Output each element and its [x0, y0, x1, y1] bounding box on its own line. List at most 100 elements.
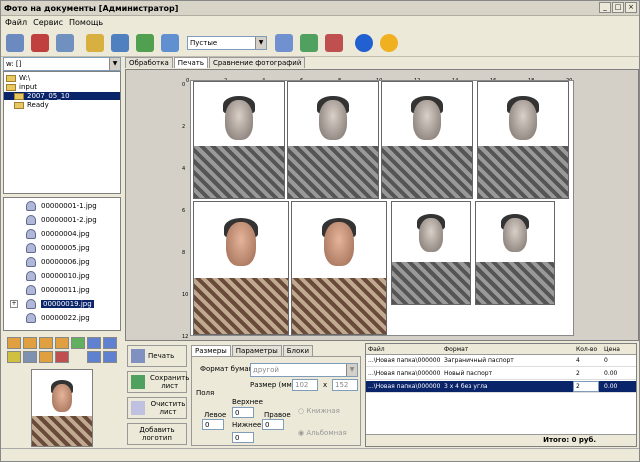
- tool-icon[interactable]: [7, 337, 21, 349]
- chevron-down-icon: ▼: [346, 364, 357, 376]
- file-list: 00000001-1.jpg 00000001-2.jpg 00000004.j…: [3, 197, 121, 331]
- edit-tools: [3, 335, 121, 365]
- folder-item-selected[interactable]: 2007_05_10: [4, 92, 120, 100]
- photo-tile[interactable]: [291, 201, 387, 335]
- paper-format-label: Формат бумаги: [200, 365, 257, 373]
- settings-panel: Формат бумаги другой ▼ Размер (мм): 102 x…: [191, 356, 361, 446]
- photo-tile[interactable]: [391, 201, 471, 305]
- ruler-tick-label: 0: [182, 82, 186, 88]
- table-header: Файл Формат Кол-во Цена: [366, 344, 636, 355]
- list-item[interactable]: 00000011.jpg: [26, 285, 90, 295]
- clear-sheet-button[interactable]: Очистить лист: [127, 397, 187, 419]
- user-icon[interactable]: [134, 32, 156, 54]
- minimize-button[interactable]: _: [599, 2, 611, 13]
- width-input[interactable]: 102: [292, 379, 318, 391]
- table-row-selected[interactable]: ...\Новая папка\00000019 3 x 4 без угла …: [366, 381, 636, 393]
- tab-compare[interactable]: Сравнение фотографий: [208, 57, 306, 68]
- tool-icon[interactable]: [87, 351, 101, 363]
- photo-tile[interactable]: [287, 81, 379, 199]
- bottom-margin-input[interactable]: 0: [232, 432, 254, 443]
- toolbar: Пустые ▼: [1, 29, 639, 57]
- folder-item[interactable]: Ready: [14, 101, 49, 109]
- list-item[interactable]: 00000005.jpg: [26, 243, 90, 253]
- ruler-tick-label: 4: [182, 166, 186, 172]
- maximize-button[interactable]: □: [612, 2, 624, 13]
- height-input[interactable]: 152: [332, 379, 358, 391]
- tool-icon[interactable]: [7, 351, 21, 363]
- menu-bar: Файл Сервис Помощь: [1, 16, 639, 29]
- quantity-stepper[interactable]: 2: [573, 381, 599, 392]
- tool-icon[interactable]: [39, 337, 53, 349]
- tool-icon[interactable]: [23, 351, 37, 363]
- photo-tile[interactable]: [193, 81, 285, 199]
- info-icon[interactable]: [353, 32, 375, 54]
- status-bar: [1, 448, 639, 461]
- photo-file-icon: [26, 285, 36, 295]
- list-item[interactable]: 00000022.jpg: [26, 313, 90, 323]
- zoom-icon[interactable]: [54, 32, 76, 54]
- list-item[interactable]: 00000001-2.jpg: [26, 215, 97, 225]
- list-item[interactable]: 00000006.jpg: [26, 257, 90, 267]
- tab-params[interactable]: Параметры: [231, 345, 282, 356]
- tab-processing[interactable]: Обработка: [125, 57, 173, 68]
- folder-item[interactable]: W:\: [6, 74, 30, 82]
- expand-icon[interactable]: +: [10, 300, 18, 308]
- photo-file-icon: [26, 271, 36, 281]
- tool-icon[interactable]: [103, 337, 117, 349]
- save-sheet-button[interactable]: Сохранить лист: [127, 371, 189, 393]
- tool-icon[interactable]: [23, 337, 37, 349]
- portrait-radio[interactable]: ○ Книжная: [298, 407, 340, 415]
- grid-back-icon[interactable]: [273, 32, 295, 54]
- preset-select[interactable]: Пустые ▼: [187, 35, 267, 50]
- landscape-radio[interactable]: ◉ Альбомная: [298, 429, 347, 437]
- printer-icon: [131, 349, 145, 363]
- menu-file[interactable]: Файл: [5, 18, 27, 27]
- key-icon[interactable]: [84, 32, 106, 54]
- paper-format-select[interactable]: другой ▼: [250, 363, 358, 377]
- clock-icon[interactable]: [159, 32, 181, 54]
- tool-icon[interactable]: [55, 351, 69, 363]
- camera-icon[interactable]: [4, 32, 26, 54]
- list-item-selected[interactable]: +00000019.jpg: [10, 299, 94, 309]
- tab-print[interactable]: Печать: [173, 57, 208, 68]
- photo-file-icon: [26, 313, 36, 323]
- drive-select[interactable]: w: [] ▼: [3, 57, 121, 71]
- settings-tabs: Размеры Параметры Блоки: [191, 345, 314, 356]
- table-row[interactable]: ...\Новая папка\00000019 Заграничный пас…: [366, 355, 636, 367]
- delete-photo-icon[interactable]: [29, 32, 51, 54]
- print-button[interactable]: Печать: [127, 345, 187, 367]
- menu-help[interactable]: Помощь: [69, 18, 103, 27]
- add-logo-button[interactable]: Добавить логотип: [127, 423, 187, 445]
- app-window: Фото на документы [Администратор] _ □ × …: [0, 0, 640, 462]
- photo-tile[interactable]: [193, 201, 289, 335]
- right-margin-input[interactable]: 0: [262, 419, 284, 430]
- close-button[interactable]: ×: [625, 2, 637, 13]
- menu-service[interactable]: Сервис: [33, 18, 63, 27]
- photo-file-icon: [26, 229, 36, 239]
- tool-icon[interactable]: [103, 351, 117, 363]
- tool-icon[interactable]: [87, 337, 101, 349]
- photo-tile[interactable]: [477, 81, 569, 199]
- tab-sizes[interactable]: Размеры: [191, 345, 231, 356]
- left-margin-input[interactable]: 0: [202, 419, 224, 430]
- photo-file-icon: [26, 243, 36, 253]
- list-item[interactable]: 00000001-1.jpg: [26, 201, 97, 211]
- vertical-ruler: 0 2 4 6 8 10 12: [182, 82, 188, 340]
- photo-file-icon: [26, 257, 36, 267]
- tool-icon[interactable]: [71, 337, 85, 349]
- settings-icon[interactable]: [109, 32, 131, 54]
- tab-blocks[interactable]: Блоки: [282, 345, 314, 356]
- photo-tile[interactable]: [475, 201, 555, 305]
- list-item[interactable]: 00000004.jpg: [26, 229, 90, 239]
- folder-item[interactable]: input: [6, 83, 37, 91]
- list-item[interactable]: 00000010.jpg: [26, 271, 90, 281]
- grid-add-icon[interactable]: [298, 32, 320, 54]
- help-icon[interactable]: [378, 32, 400, 54]
- table-row[interactable]: ...\Новая папка\00000019 Новый паспорт 2…: [366, 368, 636, 380]
- tool-icon[interactable]: [39, 351, 53, 363]
- tool-icon[interactable]: [55, 337, 69, 349]
- grid-remove-icon[interactable]: [323, 32, 345, 54]
- top-margin-input[interactable]: 0: [232, 407, 254, 418]
- photo-tile[interactable]: [381, 81, 473, 199]
- main-tabs: Обработка Печать Сравнение фотографий: [125, 57, 306, 68]
